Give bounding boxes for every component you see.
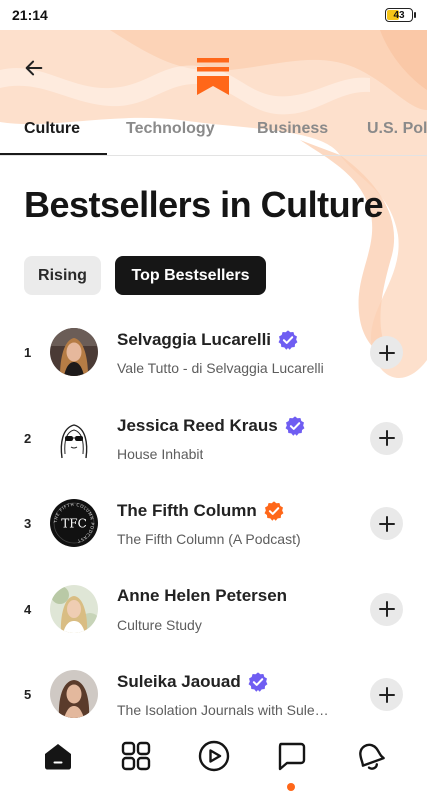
play-circle-icon	[198, 740, 230, 772]
svg-text:TFC: TFC	[61, 517, 87, 531]
substack-logo-icon	[197, 58, 229, 95]
publication-name: House Inhabit	[117, 445, 204, 462]
list-item[interactable]: 4 Anne Helen Petersen Culture Study	[0, 565, 427, 651]
rank-number: 2	[24, 430, 32, 446]
status-time: 21:14	[12, 7, 48, 23]
plus-icon	[378, 344, 395, 361]
name-line: Jessica Reed Kraus	[117, 415, 306, 437]
plus-icon	[378, 601, 395, 617]
nav-notifications[interactable]	[351, 738, 387, 774]
verified-badge-icon	[248, 672, 268, 692]
avatar	[50, 328, 98, 376]
verified-badge-icon	[285, 415, 305, 436]
tab-culture[interactable]: Culture	[24, 120, 80, 138]
status-bar: 21:14 43	[0, 0, 427, 30]
nav-chat[interactable]	[273, 738, 309, 774]
name-line: The Fifth Column	[117, 500, 285, 522]
subscribe-add-button[interactable]	[370, 592, 403, 626]
subscribe-add-button[interactable]	[370, 336, 403, 369]
publication-name: Vale Tutto - di Selvaggia Lucarelli	[117, 360, 324, 376]
rank-number: 4	[24, 601, 32, 617]
avatar: THE FIFTH COLUMN PODCAST TFC	[50, 499, 98, 547]
verified-badge-icon	[278, 330, 298, 350]
grid-icon	[121, 741, 151, 771]
subscribe-add-button[interactable]	[370, 421, 403, 455]
bottom-navigation	[0, 726, 427, 800]
publication-name: The Isolation Journals with Sule…	[117, 702, 329, 718]
publication-name: Culture Study	[117, 616, 202, 633]
rank-number: 5	[24, 687, 32, 702]
notification-dot	[287, 783, 295, 791]
subscribe-add-button[interactable]	[370, 507, 403, 540]
header	[0, 30, 427, 108]
back-button[interactable]	[18, 52, 50, 84]
nav-home[interactable]	[40, 738, 76, 774]
bestseller-list: 1 Selvaggia Lucarelli Vale Tutto - di Se…	[0, 308, 427, 736]
page-title: Bestsellers in Culture	[24, 184, 384, 225]
publication-author: Suleika Jaouad	[117, 672, 241, 691]
rank-number: 3	[24, 516, 32, 531]
tab-technology[interactable]: Technology	[126, 120, 215, 138]
verified-badge-icon	[264, 501, 284, 521]
tab-us-politics[interactable]: U.S. Pol	[367, 120, 427, 138]
publication-author: The Fifth Column	[117, 501, 257, 520]
name-line: Anne Helen Petersen	[117, 586, 287, 606]
home-icon	[45, 744, 71, 770]
top-bestsellers-filter-chip[interactable]: Top Bestsellers	[115, 256, 266, 295]
list-item[interactable]: 2 Jessica Reed Kraus House Inhabit	[0, 394, 427, 480]
bell-icon	[359, 743, 385, 770]
plus-icon	[378, 515, 395, 532]
avatar	[50, 413, 98, 462]
rising-filter-chip[interactable]: Rising	[24, 256, 101, 295]
list-item[interactable]: 1 Selvaggia Lucarelli Vale Tutto - di Se…	[0, 308, 427, 394]
publication-name: The Fifth Column (A Podcast)	[117, 531, 301, 547]
list-item[interactable]: 3 THE FIFTH COLUMN PODCAST TFC The Fifth…	[0, 479, 427, 565]
name-line: Suleika Jaouad	[117, 671, 269, 693]
publication-author: Jessica Reed Kraus	[117, 415, 278, 435]
arrow-left-icon	[25, 60, 43, 76]
nav-video[interactable]	[196, 738, 232, 774]
active-tab-indicator	[0, 153, 107, 155]
tab-business[interactable]: Business	[257, 120, 328, 138]
nav-explore[interactable]	[118, 738, 154, 774]
name-line: Selvaggia Lucarelli	[117, 329, 299, 351]
rank-number: 1	[24, 345, 32, 360]
battery-level: 43	[393, 9, 405, 21]
subscribe-add-button[interactable]	[370, 678, 403, 711]
list-item[interactable]: 5 Suleika Jaouad The Isolation Journals …	[0, 650, 427, 736]
publication-author: Selvaggia Lucarelli	[117, 330, 272, 349]
plus-icon	[378, 686, 395, 703]
plus-icon	[378, 430, 395, 446]
chat-bubble-icon	[278, 742, 306, 771]
category-tabs: Culture Technology Business U.S. Pol	[0, 108, 427, 156]
avatar	[50, 670, 98, 718]
avatar	[50, 584, 98, 633]
battery-icon: 43	[385, 8, 416, 22]
publication-author: Anne Helen Petersen	[117, 585, 288, 605]
